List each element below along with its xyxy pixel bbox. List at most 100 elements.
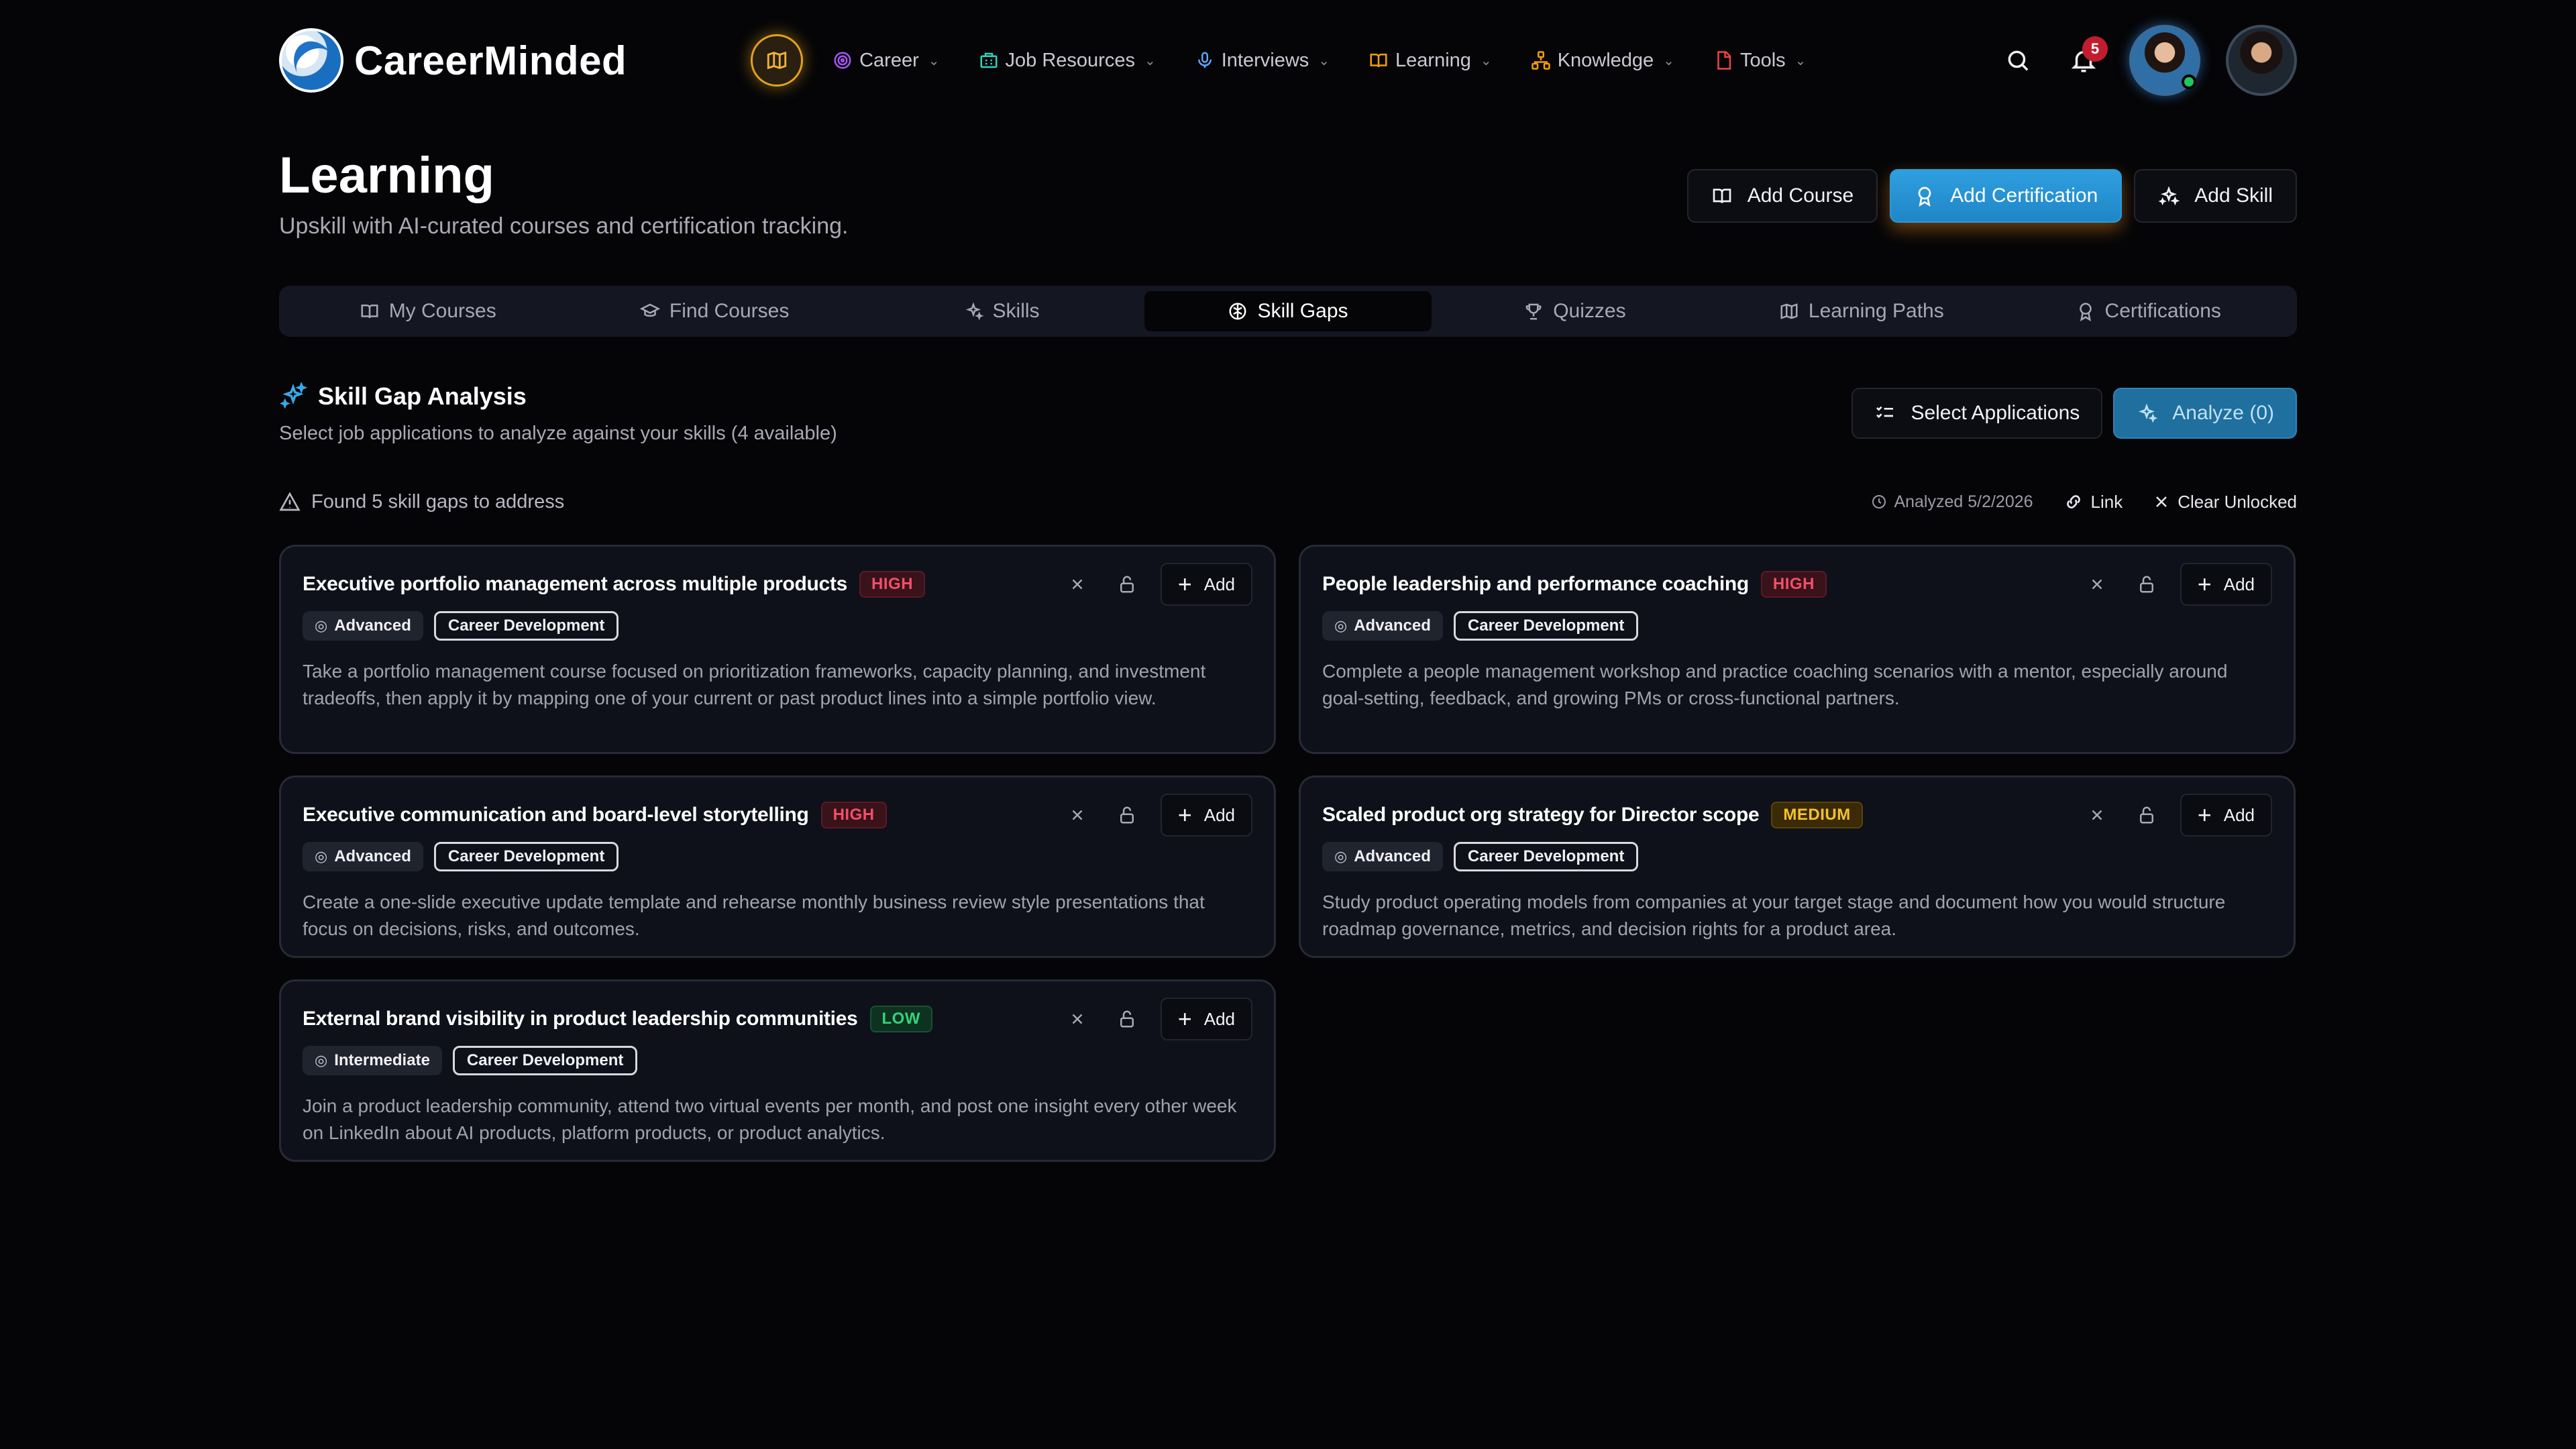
card-description: Take a portfolio management course focus… xyxy=(303,661,1206,708)
level-tag: ◎ Intermediate xyxy=(303,1046,442,1075)
card-tools: + Add xyxy=(1061,998,1252,1040)
nav-learning[interactable]: Learning ⌄ xyxy=(1368,50,1492,72)
add-course-button[interactable]: Add Course xyxy=(1686,169,1878,223)
add-skill-button[interactable]: Add Skill xyxy=(2134,169,2297,223)
lock-button[interactable] xyxy=(1111,568,1143,600)
logo[interactable]: CareerMinded xyxy=(279,28,627,93)
tab-quizzes[interactable]: Quizzes xyxy=(1432,291,1718,331)
unlock-icon xyxy=(2139,806,2153,824)
link-button[interactable]: Link xyxy=(2063,491,2123,513)
notification-count-badge: 5 xyxy=(2082,36,2108,62)
card-tools: + Add xyxy=(1061,563,1252,606)
clear-unlocked-label: Clear Unlocked xyxy=(2178,491,2297,512)
card-tools: + Add xyxy=(2081,794,2272,837)
card-description: Study product operating models from comp… xyxy=(1322,892,2226,939)
page-actions: Add Course Add Certification Add Skill xyxy=(1686,169,2297,223)
building-icon xyxy=(980,52,998,68)
dismiss-button[interactable] xyxy=(1061,568,1093,600)
clear-unlocked-button[interactable]: Clear Unlocked xyxy=(2152,492,2297,513)
dismiss-button[interactable] xyxy=(2081,799,2113,831)
add-gap-button[interactable]: + Add xyxy=(1160,998,1252,1040)
warning-icon xyxy=(279,492,301,511)
page-subtitle: Upskill with AI-curated courses and cert… xyxy=(279,213,849,239)
tab-label: Learning Paths xyxy=(1808,300,1944,322)
plus-icon: + xyxy=(2197,570,2212,598)
sparkles-icon xyxy=(2158,186,2180,206)
logo-icon xyxy=(279,28,343,93)
add-gap-button[interactable]: + Add xyxy=(1160,563,1252,606)
dismiss-button[interactable] xyxy=(1061,799,1093,831)
tab-skill-gaps[interactable]: Skill Gaps xyxy=(1144,291,1432,331)
lock-button[interactable] xyxy=(1111,1003,1143,1035)
priority-badge: LOW xyxy=(869,1006,932,1032)
card-header: Scaled product org strategy for Director… xyxy=(1322,794,2272,837)
sparkles-icon xyxy=(2139,403,2158,423)
tab-certifications[interactable]: Certifications xyxy=(2005,291,2292,331)
clock-icon xyxy=(1872,495,1886,508)
card-tags: ◎ Advanced Career Development xyxy=(1322,611,2272,641)
dashboard-map-button[interactable] xyxy=(751,34,804,87)
tab-label: My Courses xyxy=(388,300,496,322)
skill-gap-card: Executive portfolio management across mu… xyxy=(279,545,1276,754)
close-icon xyxy=(1072,810,1083,820)
book-icon xyxy=(361,305,378,319)
dismiss-button[interactable] xyxy=(1061,1003,1093,1035)
lock-button[interactable] xyxy=(1111,799,1143,831)
add-gap-button[interactable]: + Add xyxy=(2180,563,2272,606)
add-skill-label: Add Skill xyxy=(2194,184,2273,207)
add-certification-button[interactable]: Add Certification xyxy=(1890,169,2123,223)
select-applications-label: Select Applications xyxy=(1911,402,2080,424)
level-label: Advanced xyxy=(1354,847,1431,865)
notifications-button[interactable]: 5 xyxy=(2063,36,2108,80)
nav-interviews[interactable]: Interviews ⌄ xyxy=(1195,50,1330,72)
level-label: Advanced xyxy=(334,847,411,865)
nav-knowledge[interactable]: Knowledge ⌄ xyxy=(1531,50,1674,72)
nav-job-resources[interactable]: Job Resources ⌄ xyxy=(979,50,1156,72)
tab-learning-paths[interactable]: Learning Paths xyxy=(1718,291,2004,331)
level-tag: ◎ Advanced xyxy=(303,842,423,871)
card-tools: + Add xyxy=(2081,563,2272,606)
document-icon xyxy=(1717,51,1731,70)
add-label: Add xyxy=(1203,804,1235,825)
brain-icon xyxy=(1229,303,1246,320)
add-certification-label: Add Certification xyxy=(1950,184,2098,207)
target-icon: ◎ xyxy=(315,1052,328,1069)
nav-tools[interactable]: Tools ⌄ xyxy=(1713,50,1806,72)
skill-gap-card: External brand visibility in product lea… xyxy=(279,979,1276,1162)
select-applications-button[interactable]: Select Applications xyxy=(1851,388,2103,439)
checklist-icon xyxy=(1876,406,1894,419)
unlock-icon xyxy=(2139,576,2153,593)
profile-avatar[interactable] xyxy=(2226,25,2297,96)
add-label: Add xyxy=(1203,1008,1235,1029)
chevron-down-icon: ⌄ xyxy=(1663,53,1674,68)
results-tools: Analyzed 5/2/2026 Link Clear Unlocked xyxy=(1871,491,2297,513)
lock-button[interactable] xyxy=(2131,568,2163,600)
analyze-button[interactable]: Analyze (0) xyxy=(2113,388,2297,439)
add-course-label: Add Course xyxy=(1747,184,1854,207)
add-label: Add xyxy=(2223,804,2255,825)
user-avatar[interactable] xyxy=(2129,25,2200,96)
tab-label: Certifications xyxy=(2104,300,2221,322)
card-title: Executive communication and board-level … xyxy=(303,804,809,826)
card-description: Create a one-slide executive update temp… xyxy=(303,892,1205,939)
tab-skills[interactable]: Skills xyxy=(858,291,1144,331)
add-gap-button[interactable]: + Add xyxy=(2180,794,2272,837)
link-label: Link xyxy=(2090,491,2123,512)
nav-career[interactable]: Career ⌄ xyxy=(833,50,940,72)
level-tag: ◎ Advanced xyxy=(1322,611,1443,641)
add-gap-button[interactable]: + Add xyxy=(1160,794,1252,837)
tab-find-courses[interactable]: Find Courses xyxy=(571,291,857,331)
chevron-down-icon: ⌄ xyxy=(1480,53,1492,68)
lock-button[interactable] xyxy=(2131,799,2163,831)
unlock-icon xyxy=(1120,806,1134,824)
add-label: Add xyxy=(1203,574,1235,594)
tab-label: Find Courses xyxy=(669,300,790,322)
section-title: Skill Gap Analysis xyxy=(318,382,527,410)
chevron-down-icon: ⌄ xyxy=(1318,53,1330,68)
tab-label: Skill Gaps xyxy=(1257,300,1348,322)
skill-gap-card: Scaled product org strategy for Director… xyxy=(1299,775,2296,958)
search-button[interactable] xyxy=(1998,40,2038,80)
tab-my-courses[interactable]: My Courses xyxy=(284,291,571,331)
dismiss-button[interactable] xyxy=(2081,568,2113,600)
card-tools: + Add xyxy=(1061,794,1252,837)
